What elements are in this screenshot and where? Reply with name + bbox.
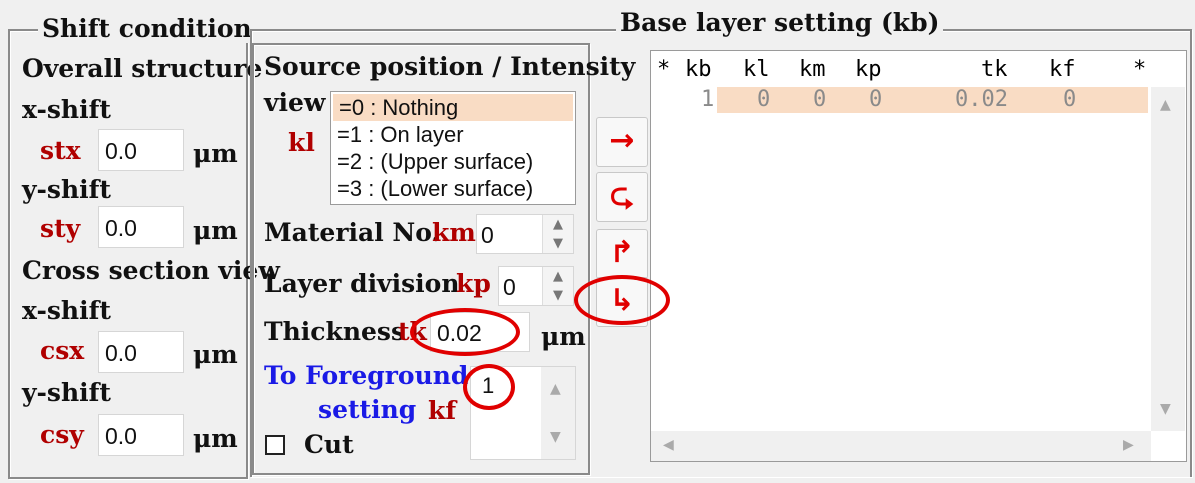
row-highlight (717, 87, 1148, 113)
kl-listbox[interactable]: =0 : Nothing =1 : On layer =2 : (Upper s… (330, 91, 576, 205)
cell-kf: 0 (1063, 87, 1077, 112)
source-position-title: Source position / Intensity (264, 52, 636, 81)
kl-option-3[interactable]: =3 : (Lower surface) (331, 175, 575, 202)
kp-value: 0 (503, 274, 516, 300)
csx-label: csx (40, 336, 85, 365)
grid-vscrollbar[interactable]: ▲ ▼ (1151, 87, 1185, 431)
km-down-icon[interactable]: ▼ (543, 234, 573, 253)
kf-scroll-up-icon[interactable]: ▲ (550, 381, 561, 397)
grid-scroll-left-icon[interactable]: ◀ (663, 437, 674, 453)
table-row[interactable]: 1 0 0 0 0.02 0 (651, 87, 1148, 113)
cut-checkbox[interactable] (265, 435, 285, 455)
division-label: Layer division (264, 269, 460, 298)
csx-input[interactable]: 0.0 (98, 331, 184, 373)
stx-input[interactable]: 0.0 (98, 129, 184, 171)
arrow-right-icon: → (609, 123, 635, 158)
arrow-up-right-icon: ↱ (609, 235, 635, 270)
csy-label: csy (40, 420, 84, 449)
kl-option-0[interactable]: =0 : Nothing (333, 94, 573, 121)
stx-xshift-label: x-shift (22, 95, 111, 124)
apply-button[interactable]: → (596, 117, 648, 167)
stx-label: stx (40, 136, 81, 165)
shift-condition-title: Shift condition (38, 14, 256, 43)
kf-label: kf (428, 396, 457, 425)
kp-down-icon[interactable]: ▼ (543, 286, 573, 305)
cut-label: Cut (304, 430, 354, 459)
return-arrow-icon: ⮎ (609, 178, 635, 213)
header-star-left: * (657, 57, 671, 82)
kl-option-1[interactable]: =1 : On layer (331, 121, 575, 148)
kp-spinner[interactable]: 0 ▲ ▼ (498, 266, 574, 306)
grid-scroll-up-icon[interactable]: ▲ (1160, 97, 1171, 113)
grid-scroll-down-icon[interactable]: ▼ (1160, 401, 1171, 417)
overall-structure-label: Overall structure (22, 54, 263, 83)
foreground-label-2: setting (318, 395, 417, 424)
cell-kl: 0 (757, 87, 771, 112)
kf-scroll-down-icon[interactable]: ▼ (550, 429, 561, 445)
base-layer-title: Base layer setting (kb) (616, 8, 944, 37)
kf-scrollbar[interactable]: ▲ ▼ (541, 367, 575, 459)
cell-tk: 0.02 (955, 87, 1008, 112)
header-kf: kf (1049, 57, 1076, 82)
header-tk: tk (981, 57, 1008, 82)
csy-input[interactable]: 0.0 (98, 414, 184, 456)
header-star-right: * (1133, 57, 1147, 82)
csx-unit: μm (193, 340, 238, 369)
header-kb: kb (685, 57, 712, 82)
csy-yshift-label: y-shift (22, 378, 111, 407)
highlight-ring-thickness (410, 308, 520, 356)
sty-yshift-label: y-shift (22, 175, 111, 204)
tk-unit: μm (541, 322, 586, 351)
csx-xshift-label: x-shift (22, 296, 111, 325)
header-kp: kp (855, 57, 882, 82)
replace-button[interactable]: ⮎ (596, 172, 648, 222)
km-value: 0 (481, 222, 494, 248)
sty-label: sty (40, 214, 81, 243)
km-label: km (432, 218, 476, 247)
kp-label: kp (456, 269, 491, 298)
km-spinner[interactable]: 0 ▲ ▼ (476, 214, 574, 254)
thickness-label: Thickness (264, 317, 406, 346)
highlight-ring-insert (574, 275, 670, 325)
grid-scroll-right-icon[interactable]: ▶ (1123, 437, 1134, 453)
stx-unit: μm (193, 139, 238, 168)
base-layer-grid[interactable]: * kb kl km kp tk kf * 1 0 0 0 0.02 0 ▲ ▼… (650, 50, 1187, 462)
kp-spin-buttons[interactable]: ▲ ▼ (542, 267, 573, 305)
insert-above-button[interactable]: ↱ (596, 229, 648, 279)
view-label: view (264, 88, 326, 117)
cell-km: 0 (813, 87, 827, 112)
kl-label: kl (288, 128, 315, 157)
cell-kb: 1 (701, 87, 715, 112)
header-km: km (799, 57, 826, 82)
cell-kp: 0 (869, 87, 883, 112)
kl-option-2[interactable]: =2 : (Upper surface) (331, 148, 575, 175)
foreground-label-1: To Foreground (264, 361, 469, 390)
sty-unit: μm (193, 216, 238, 245)
header-kl: kl (743, 57, 770, 82)
highlight-ring-kf (463, 364, 515, 410)
material-label: Material No. (264, 218, 441, 247)
csy-unit: μm (193, 424, 238, 453)
grid-hscrollbar[interactable]: ◀ ▶ (651, 431, 1151, 461)
cross-section-label: Cross section view (22, 256, 280, 285)
km-spin-buttons[interactable]: ▲ ▼ (542, 215, 573, 253)
sty-input[interactable]: 0.0 (98, 206, 184, 248)
